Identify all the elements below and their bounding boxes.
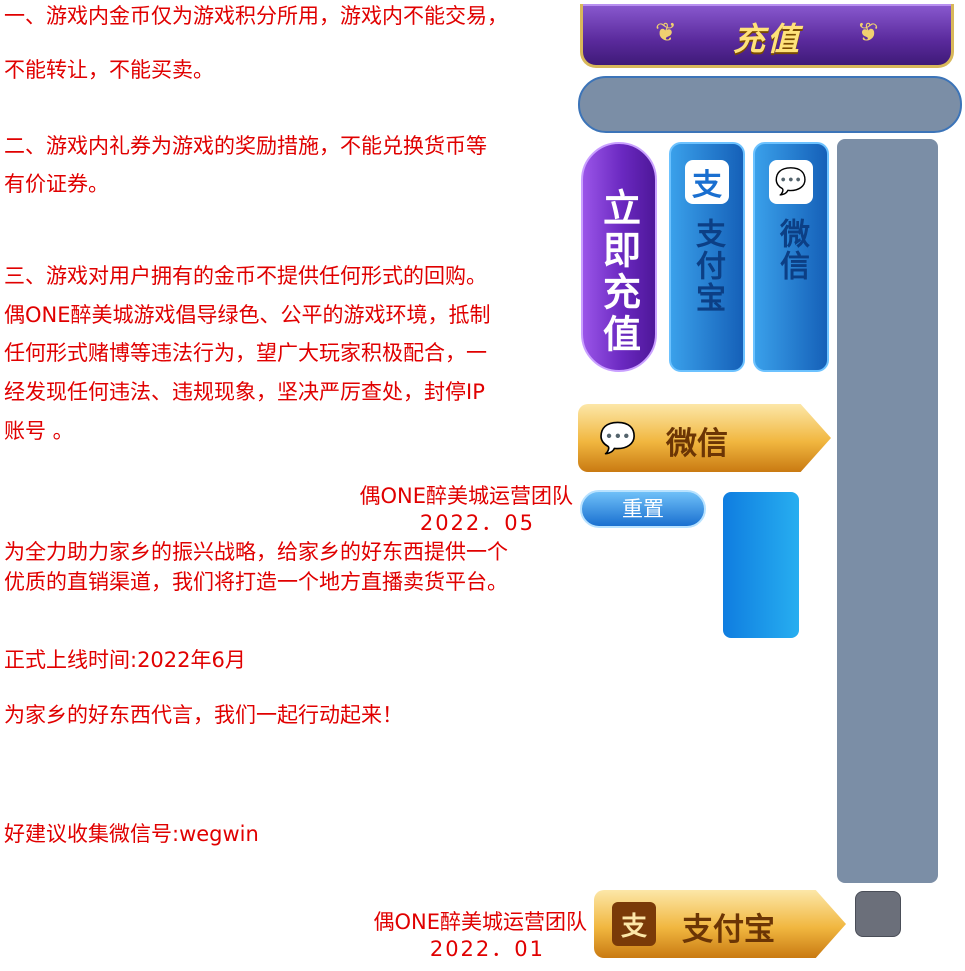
wechat-pay-label: 微信 [666, 426, 728, 462]
notice-line-14: 好建议收集微信号:wegwin [4, 822, 259, 846]
alipay-pay-button[interactable]: 支 支付宝 [594, 890, 846, 958]
notice-line-5: 三、游戏对用户拥有的金币不提供任何形式的回购。 [4, 264, 487, 288]
notice-line-3: 二、游戏内礼券为游戏的奖励措施，不能兑换货币等 [4, 134, 487, 158]
laurel-right-icon: ❦ [857, 18, 879, 48]
recharge-now-label: 立即充值 [596, 188, 641, 356]
notice-line-11: 优质的直销渠道，我们将打造一个地方直播卖货平台。 [4, 570, 508, 594]
side-panel [837, 139, 938, 883]
date-1: 2022．05 [419, 511, 535, 535]
wechat-icon: 💬 [599, 420, 637, 456]
alipay-icon: 支 [685, 160, 729, 204]
notice-line-8: 经发现任何违法、违规现象，坚决严厉查处，封停IP [4, 380, 485, 404]
blue-panel [723, 492, 799, 638]
tab-alipay[interactable]: 支 支付宝 [669, 142, 745, 372]
tab-alipay-label: 支付宝 [690, 218, 725, 314]
title-banner: ❦ 充值 ❦ [580, 4, 954, 68]
notice-line-6: 偶ONE醉美城游戏倡导绿色、公平的游戏环境，抵制 [4, 303, 491, 327]
tab-wechat[interactable]: 💬 微信 [753, 142, 829, 372]
notice-line-4: 有价证券。 [4, 172, 109, 196]
notice-line-13: 为家乡的好东西代言，我们一起行动起来！ [4, 703, 403, 727]
notice-line-1: 一、游戏内金币仅为游戏积分所用，游戏内不能交易， [4, 4, 508, 28]
page-title: 充值 [732, 20, 801, 58]
recharge-now-button[interactable]: 立即充值 [581, 142, 657, 372]
amount-display-bar [578, 76, 962, 133]
notice-line-9: 账号 。 [4, 419, 74, 443]
wechat-pay-button[interactable]: 💬 微信 [578, 404, 831, 472]
alipay-icon: 支 [612, 902, 656, 946]
wechat-icon: 💬 [769, 160, 813, 204]
notice-line-10: 为全力助力家乡的振兴战略，给家乡的好东西提供一个 [4, 540, 508, 564]
notice-line-12: 正式上线时间:2022年6月 [4, 648, 246, 672]
signature-2: 偶ONE醉美城运营团队 [373, 910, 587, 934]
date-2: 2022．01 [429, 937, 545, 961]
reset-button[interactable]: 重置 [580, 490, 706, 528]
signature-1: 偶ONE醉美城运营团队 [359, 484, 573, 508]
notice-line-2: 不能转让，不能买卖。 [4, 58, 214, 82]
gray-square-button[interactable] [855, 891, 901, 937]
tab-wechat-label: 微信 [774, 218, 809, 282]
notice-line-7: 任何形式赌博等违法行为，望广大玩家积极配合，一 [4, 341, 487, 365]
alipay-pay-label: 支付宝 [682, 912, 775, 948]
